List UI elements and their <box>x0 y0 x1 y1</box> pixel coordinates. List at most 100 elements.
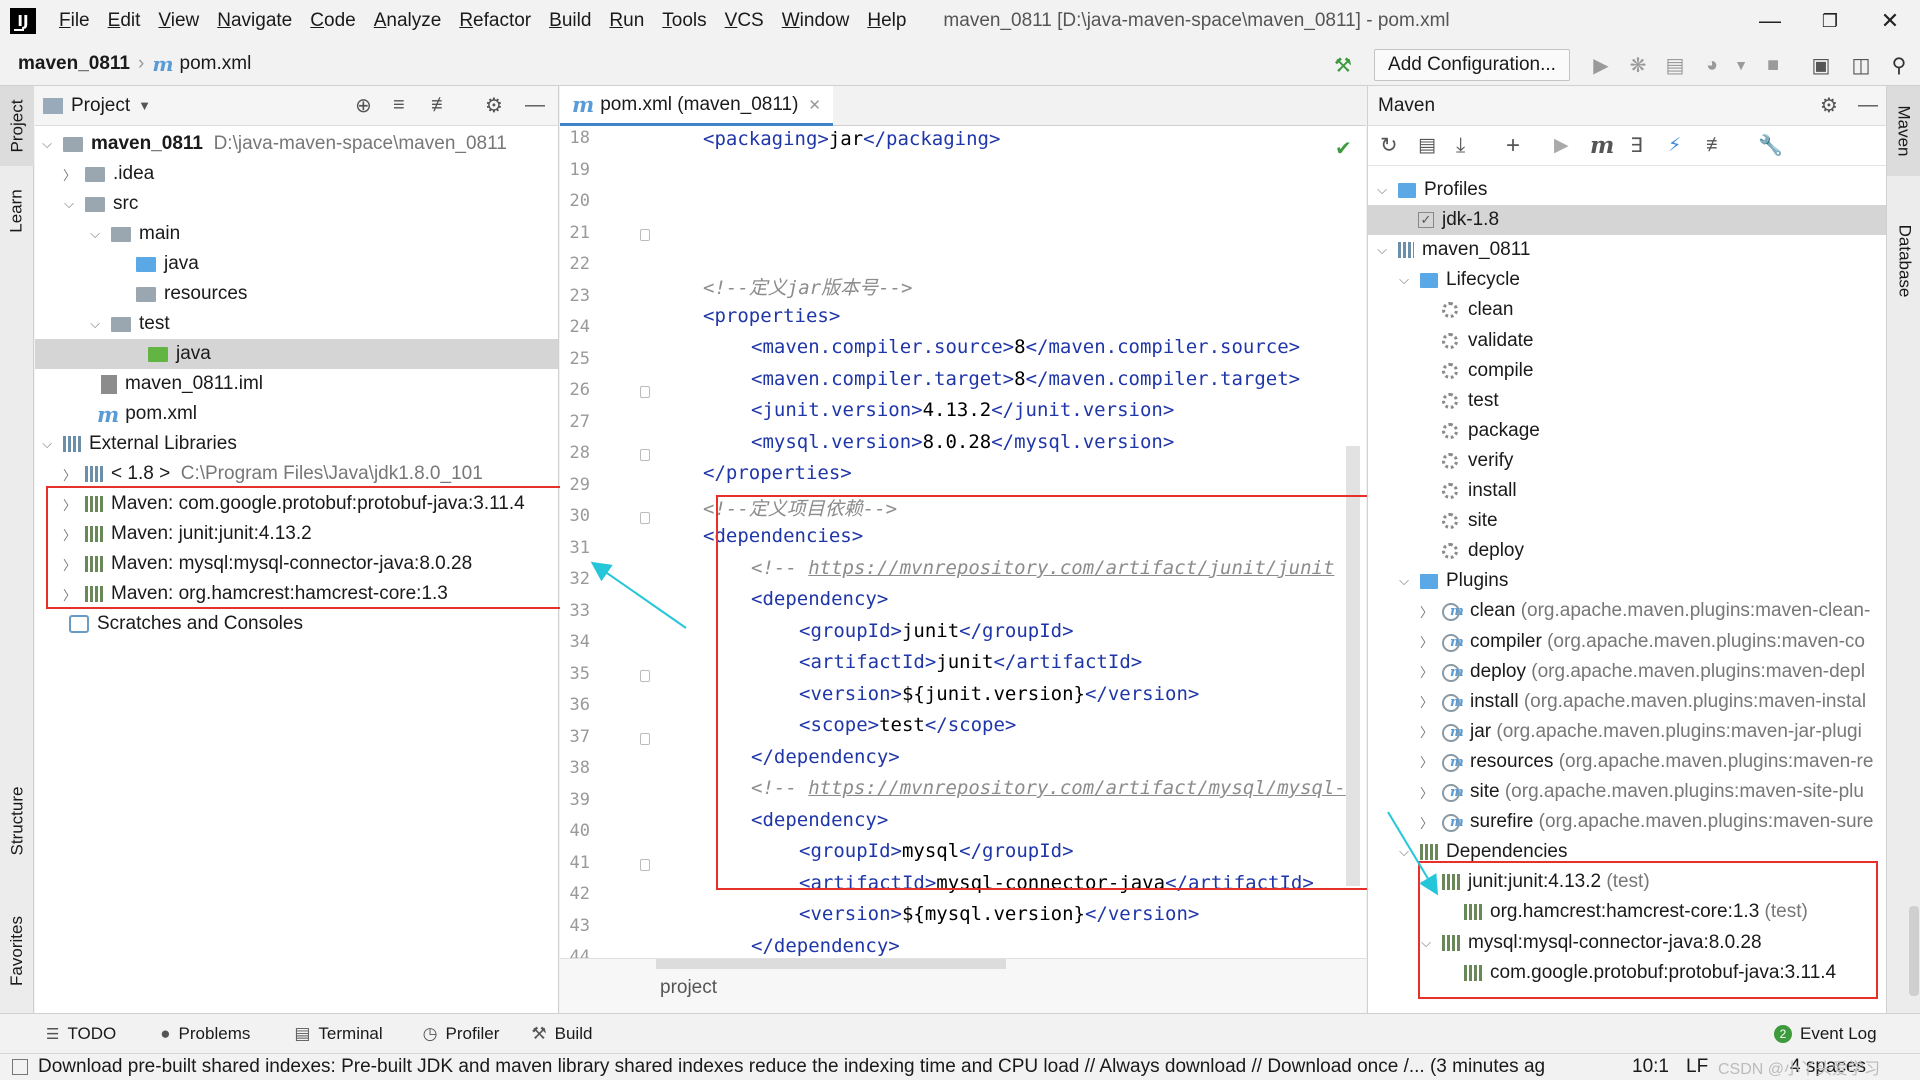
tab-profiler[interactable]: Profiler <box>446 1024 500 1044</box>
maven-project[interactable]: ⌵ maven_0811 <box>1376 235 1530 265</box>
chevron-right-icon[interactable]: 〉 <box>1420 813 1433 832</box>
menu-help[interactable]: Help <box>858 0 915 42</box>
project-structure-icon[interactable]: ▣ <box>1808 52 1834 78</box>
tab-learn[interactable]: Learn <box>0 176 34 246</box>
toggle-offline-icon[interactable]: ∃ <box>1630 133 1643 158</box>
xml-breadcrumb[interactable]: project <box>660 977 717 999</box>
layout-icon[interactable]: ◫ <box>1848 52 1874 78</box>
chevron-down-icon[interactable]: ⌵ <box>1398 272 1410 288</box>
gear-icon[interactable]: ⚙ <box>1820 93 1838 118</box>
search-icon[interactable]: ⚲ <box>1886 52 1912 78</box>
maven-plugins[interactable]: ⌵ Plugins <box>1398 566 1508 596</box>
breadcrumb-file[interactable]: pom.xml <box>180 53 252 75</box>
lifecycle-goal[interactable]: test <box>1442 386 1499 416</box>
tab-event-log[interactable]: Event Log <box>1800 1024 1877 1044</box>
menu-file[interactable]: File <box>50 0 99 42</box>
build-hammer-icon[interactable]: ⚒ <box>1330 52 1356 78</box>
menu-vcs[interactable]: VCS <box>716 0 773 42</box>
menu-view[interactable]: View <box>149 0 208 42</box>
minimize-button[interactable]: — <box>1740 0 1800 42</box>
tree-node-pom[interactable]: m pom.xml <box>97 399 197 429</box>
fold-marker-icon[interactable] <box>640 449 650 461</box>
tab-problems[interactable]: Problems <box>179 1024 251 1044</box>
wrench-icon[interactable]: 🔧 <box>1758 133 1783 158</box>
lifecycle-goal[interactable]: install <box>1442 476 1517 506</box>
fold-marker-icon[interactable] <box>640 669 650 682</box>
maven-lifecycle[interactable]: ⌵ Lifecycle <box>1398 265 1520 295</box>
status-message[interactable]: Download pre-built shared indexes: Pre-b… <box>38 1056 1613 1078</box>
collapse-all-icon[interactable]: ≢ <box>1706 134 1726 157</box>
chevron-down-icon[interactable]: ▼ <box>138 98 151 113</box>
tree-node-iml[interactable]: maven_0811.iml <box>101 369 263 399</box>
chevron-down-icon[interactable]: ⌵ <box>63 196 75 212</box>
breadcrumb-project[interactable]: maven_0811 <box>18 53 130 75</box>
tab-terminal[interactable]: Terminal <box>318 1024 382 1044</box>
checkbox-icon[interactable]: ✓ <box>1418 212 1434 229</box>
stop-icon[interactable]: ■ <box>1760 52 1786 78</box>
debug-icon[interactable]: ❋ <box>1625 52 1651 78</box>
tab-build[interactable]: Build <box>555 1024 593 1044</box>
chevron-down-icon[interactable]: ⌵ <box>1398 573 1410 589</box>
menu-edit[interactable]: Edit <box>99 0 150 42</box>
close-window-button[interactable]: ✕ <box>1860 0 1920 42</box>
lifecycle-goal[interactable]: site <box>1442 506 1498 536</box>
caret-position[interactable]: 10:1 <box>1632 1056 1669 1078</box>
menu-build[interactable]: Build <box>540 0 600 42</box>
add-configuration-button[interactable]: Add Configuration... <box>1374 49 1570 81</box>
maven-plugin[interactable]: 〉 compiler (org.apache.maven.plugins:mave… <box>1420 627 1886 657</box>
menu-code[interactable]: Code <box>301 0 364 42</box>
fold-marker-icon[interactable] <box>640 512 650 524</box>
chevron-down-icon[interactable]: ⌵ <box>1376 242 1388 258</box>
chevron-down-icon[interactable]: ⌵ <box>41 136 53 152</box>
maven-profile-jdk[interactable]: ✓ jdk-1.8 <box>1368 205 1886 236</box>
maven-plugin[interactable]: 〉 surefire (org.apache.maven.plugins:mave… <box>1420 807 1886 837</box>
menu-run[interactable]: Run <box>600 0 653 42</box>
menu-analyze[interactable]: Analyze <box>365 0 451 42</box>
collapse-all-icon[interactable]: ≢ <box>431 94 451 117</box>
add-icon[interactable]: + <box>1506 132 1520 160</box>
maven-profiles[interactable]: ⌵ Profiles <box>1376 175 1487 205</box>
tree-node-test[interactable]: ⌵ test <box>89 309 170 339</box>
run-dropdown-icon[interactable]: ▼ <box>1728 52 1754 78</box>
generate-sources-icon[interactable]: ▤ <box>1418 134 1436 157</box>
locate-icon[interactable]: ⊕ <box>355 93 372 118</box>
chevron-right-icon[interactable]: 〉 <box>63 165 76 184</box>
expand-all-icon[interactable]: ≡ <box>393 94 405 117</box>
status-toggle-icon[interactable] <box>12 1059 28 1075</box>
execute-goal-icon[interactable]: m <box>1590 132 1614 159</box>
maven-plugin[interactable]: 〉 clean (org.apache.maven.plugins:maven-c… <box>1420 596 1886 626</box>
chevron-right-icon[interactable]: 〉 <box>1420 632 1433 651</box>
maven-plugin[interactable]: 〉 install (org.apache.maven.plugins:maven… <box>1420 687 1886 717</box>
chevron-right-icon[interactable]: 〉 <box>1420 783 1433 802</box>
chevron-down-icon[interactable]: ⌵ <box>89 316 101 332</box>
tree-node-resources[interactable]: resources <box>136 279 247 309</box>
maven-plugin[interactable]: 〉 jar (org.apache.maven.plugins:maven-jar… <box>1420 717 1886 747</box>
chevron-right-icon[interactable]: 〉 <box>1420 602 1433 621</box>
tree-node-external-libraries[interactable]: ⌵ External Libraries <box>41 429 237 459</box>
skip-tests-icon[interactable]: ⚡ <box>1668 134 1681 157</box>
tab-todo[interactable]: TODO <box>67 1024 116 1044</box>
tree-node-main-java[interactable]: java <box>136 249 199 279</box>
vertical-scrollbar[interactable] <box>1909 906 1919 996</box>
menu-navigate[interactable]: Navigate <box>208 0 301 42</box>
gear-icon[interactable]: ⚙ <box>485 93 503 118</box>
tree-node-src[interactable]: ⌵ src <box>63 189 138 219</box>
tree-node-scratches[interactable]: Scratches and Consoles <box>69 609 303 639</box>
fold-marker-icon[interactable] <box>640 386 650 398</box>
run-icon[interactable]: ▶ <box>1588 52 1614 78</box>
tab-pom-xml[interactable]: m pom.xml (maven_0811) ✕ <box>560 86 833 126</box>
horizontal-scrollbar[interactable] <box>656 959 1006 969</box>
fold-marker-icon[interactable] <box>640 732 650 745</box>
coverage-icon[interactable]: ▤ <box>1662 52 1688 78</box>
hide-panel-icon[interactable]: — <box>1858 94 1878 117</box>
tree-node-idea[interactable]: 〉 .idea <box>63 159 154 189</box>
tree-node-project-root[interactable]: ⌵ maven_0811 D:\java-maven-space\maven_0… <box>41 129 507 159</box>
menu-refactor[interactable]: Refactor <box>450 0 540 42</box>
tab-structure[interactable]: Structure <box>0 766 34 876</box>
tree-node-jdk[interactable]: 〉 < 1.8 > C:\Program Files\Java\jdk1.8.0_… <box>63 459 483 489</box>
lifecycle-goal[interactable]: validate <box>1442 326 1534 356</box>
fold-marker-icon[interactable] <box>640 228 650 241</box>
tab-maven[interactable]: Maven <box>1887 86 1920 176</box>
line-separator[interactable]: LF <box>1686 1056 1708 1078</box>
tab-project[interactable]: Project <box>0 86 34 166</box>
